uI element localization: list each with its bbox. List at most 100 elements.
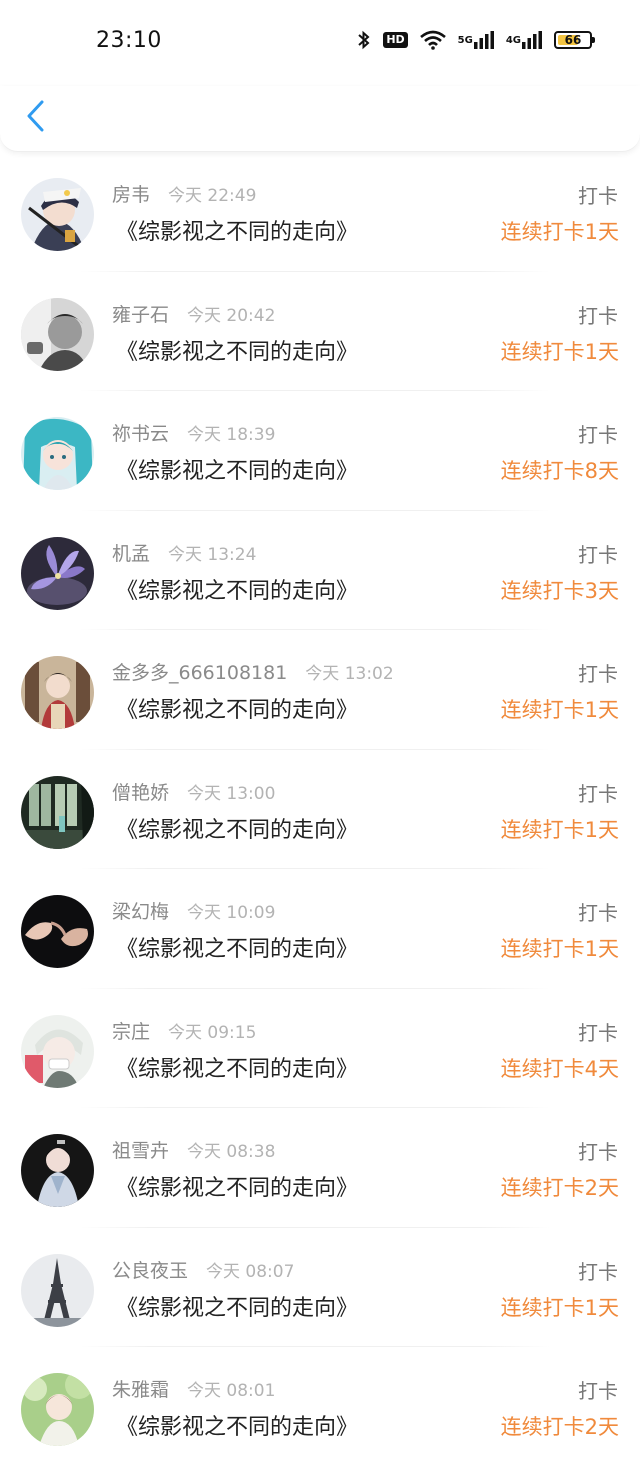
- avatar[interactable]: [21, 1373, 94, 1446]
- checkin-label: 打卡: [578, 1379, 618, 1403]
- avatar[interactable]: [21, 656, 94, 729]
- hd-voice-icon: HD: [383, 32, 408, 48]
- checkin-list: 房韦 今天 22:49 《综影视之不同的走向》 打卡 连续打卡1天 雍子石 今天…: [0, 152, 640, 1467]
- wifi-icon: [419, 30, 446, 50]
- entry-meta: 机孟 今天 13:24: [112, 539, 256, 566]
- checkin-label: 打卡: [578, 781, 618, 806]
- streak-label: 连续打卡4天: [500, 1056, 619, 1081]
- battery-icon: 66: [554, 31, 595, 49]
- streak-label: 连续打卡8天: [500, 459, 619, 483]
- entry-meta: 雍子石 今天 20:42: [112, 300, 275, 327]
- entry-meta: 宗庄 今天 09:15: [112, 1017, 256, 1044]
- avatar[interactable]: [21, 297, 94, 371]
- avatar[interactable]: [21, 1134, 94, 1207]
- checkin-time: 今天 08:01: [187, 1381, 276, 1401]
- checkin-time: 今天 08:38: [187, 1142, 276, 1162]
- user-name[interactable]: 梁幻梅: [112, 897, 169, 924]
- checkin-label: 打卡: [578, 901, 618, 925]
- checkin-label: 打卡: [578, 662, 618, 686]
- book-title[interactable]: 《综影视之不同的走向》: [116, 214, 358, 246]
- list-item[interactable]: 房韦 今天 22:49 《综影视之不同的走向》 打卡 连续打卡1天: [0, 152, 640, 272]
- avatar[interactable]: [21, 536, 94, 610]
- checkin-time: 今天 10:09: [187, 903, 276, 923]
- list-item[interactable]: 梁幻梅 今天 10:09 《综影视之不同的走向》 打卡 连续打卡1天: [0, 869, 640, 989]
- entry-meta: 公良夜玉 今天 08:07: [112, 1256, 294, 1283]
- checkin-label: 打卡: [578, 303, 618, 328]
- streak-label: 连续打卡3天: [500, 578, 619, 603]
- book-title[interactable]: 《综影视之不同的走向》: [116, 1170, 358, 1202]
- entry-meta: 梁幻梅 今天 10:09: [112, 897, 275, 924]
- list-item[interactable]: 宗庄 今天 09:15 《综影视之不同的走向》 打卡 连续打卡4天: [0, 989, 640, 1108]
- checkin-time: 今天 13:24: [168, 544, 257, 565]
- signal-4g-icon: 4G: [506, 31, 542, 49]
- entry-meta: 僧艳娇 今天 13:00: [112, 778, 275, 805]
- streak-label: 连续打卡2天: [500, 1176, 619, 1200]
- list-item[interactable]: 公良夜玉 今天 08:07 《综影视之不同的走向》 打卡 连续打卡1天: [0, 1228, 640, 1347]
- user-name[interactable]: 朱雅霜: [112, 1375, 169, 1402]
- back-button[interactable]: [20, 98, 52, 134]
- streak-label: 连续打卡1天: [500, 1295, 619, 1320]
- list-item[interactable]: 雍子石 今天 20:42 《综影视之不同的走向》 打卡 连续打卡1天: [0, 272, 640, 391]
- user-name[interactable]: 房韦: [112, 180, 150, 207]
- checkin-time: 今天 20:42: [187, 305, 276, 326]
- streak-label: 连续打卡1天: [500, 698, 619, 722]
- nav-bar: [0, 86, 640, 152]
- list-item[interactable]: 朱雅霜 今天 08:01 《综影视之不同的走向》 打卡 连续打卡2天: [0, 1347, 640, 1467]
- user-name[interactable]: 僧艳娇: [112, 778, 169, 805]
- book-title[interactable]: 《综影视之不同的走向》: [116, 692, 358, 724]
- user-name[interactable]: 金多多_666108181: [112, 658, 287, 685]
- book-title[interactable]: 《综影视之不同的走向》: [116, 931, 358, 963]
- book-title[interactable]: 《综影视之不同的走向》: [116, 1409, 358, 1441]
- user-name[interactable]: 机孟: [112, 539, 150, 566]
- book-title[interactable]: 《综影视之不同的走向》: [116, 573, 358, 605]
- status-icons: HD 5G 4G 66: [357, 30, 595, 50]
- checkin-label: 打卡: [578, 1020, 618, 1045]
- book-title[interactable]: 《综影视之不同的走向》: [116, 1051, 358, 1083]
- list-item[interactable]: 僧艳娇 今天 13:00 《综影视之不同的走向》 打卡 连续打卡1天: [0, 750, 640, 869]
- entry-meta: 祖雪卉 今天 08:38: [112, 1136, 275, 1163]
- list-item[interactable]: 金多多_666108181 今天 13:02 《综影视之不同的走向》 打卡 连续…: [0, 630, 640, 750]
- user-name[interactable]: 祢书云: [112, 419, 169, 446]
- checkin-time: 今天 18:39: [187, 425, 276, 445]
- checkin-label: 打卡: [578, 1140, 618, 1164]
- status-bar: 23:10 HD 5G 4G 66: [0, 0, 640, 86]
- checkin-time: 今天 13:02: [305, 664, 394, 684]
- checkin-time: 今天 13:00: [187, 783, 276, 804]
- net2-label: 4G: [505, 34, 521, 46]
- entry-meta: 金多多_666108181 今天 13:02: [112, 658, 394, 685]
- book-title[interactable]: 《综影视之不同的走向》: [116, 1290, 358, 1322]
- streak-label: 连续打卡1天: [500, 339, 619, 364]
- entry-meta: 祢书云 今天 18:39: [112, 419, 275, 446]
- avatar[interactable]: [21, 775, 94, 849]
- entry-meta: 房韦 今天 22:49: [112, 180, 256, 207]
- streak-label: 连续打卡1天: [500, 817, 619, 842]
- avatar[interactable]: [21, 1253, 94, 1327]
- book-title[interactable]: 《综影视之不同的走向》: [116, 812, 358, 844]
- checkin-time: 今天 08:07: [206, 1261, 295, 1282]
- list-item[interactable]: 祢书云 今天 18:39 《综影视之不同的走向》 打卡 连续打卡8天: [0, 391, 640, 511]
- avatar[interactable]: [21, 417, 94, 490]
- user-name[interactable]: 公良夜玉: [112, 1256, 188, 1283]
- chevron-left-icon: [27, 100, 44, 132]
- streak-label: 连续打卡1天: [500, 220, 619, 244]
- user-name[interactable]: 雍子石: [112, 300, 169, 327]
- avatar[interactable]: [21, 178, 94, 251]
- bluetooth-icon: [357, 30, 371, 50]
- book-title[interactable]: 《综影视之不同的走向》: [116, 334, 358, 366]
- user-name[interactable]: 祖雪卉: [112, 1136, 169, 1163]
- streak-label: 连续打卡2天: [500, 1415, 619, 1439]
- checkin-label: 打卡: [578, 184, 618, 208]
- book-title[interactable]: 《综影视之不同的走向》: [116, 453, 358, 485]
- list-item[interactable]: 祖雪卉 今天 08:38 《综影视之不同的走向》 打卡 连续打卡2天: [0, 1108, 640, 1228]
- signal-5g-icon: 5G: [458, 31, 494, 49]
- checkin-time: 今天 09:15: [168, 1022, 257, 1043]
- net1-label: 5G: [457, 34, 473, 46]
- list-item[interactable]: 机孟 今天 13:24 《综影视之不同的走向》 打卡 连续打卡3天: [0, 511, 640, 630]
- status-time: 23:10: [96, 28, 162, 53]
- checkin-label: 打卡: [578, 542, 618, 567]
- avatar[interactable]: [21, 1014, 94, 1088]
- checkin-label: 打卡: [578, 1259, 618, 1284]
- user-name[interactable]: 宗庄: [112, 1017, 150, 1044]
- checkin-label: 打卡: [578, 423, 618, 447]
- avatar[interactable]: [21, 895, 94, 968]
